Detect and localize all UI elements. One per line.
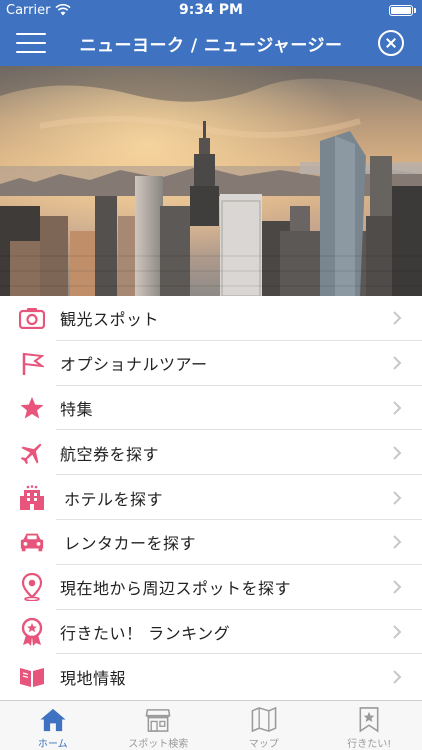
menu-item-feature[interactable]: 特集: [0, 386, 422, 431]
tab-label: マップ: [248, 739, 279, 750]
chevron-right-icon: [393, 625, 402, 639]
location-pin-icon: [19, 573, 45, 602]
page-title: ニューヨーク / ニュージャージー: [79, 35, 343, 56]
menu-item-label: ホテルを探す: [64, 489, 164, 509]
star-icon: [19, 395, 45, 421]
tab-home[interactable]: ホーム: [0, 701, 106, 750]
menu-item-nearby-spots[interactable]: 現在地から周辺スポットを探す: [0, 565, 422, 610]
bookmark-star-icon: [359, 707, 379, 733]
tab-map[interactable]: マップ: [211, 701, 317, 750]
menu-item-label: 観光スポット: [60, 310, 160, 330]
menu-item-label: 現地情報: [60, 668, 127, 688]
book-icon: [19, 664, 45, 690]
wifi-icon: [55, 4, 72, 16]
tab-label: スポット検索: [128, 739, 189, 750]
shop-icon: [145, 709, 171, 732]
menu-item-label: 行きたい！ ランキング: [60, 623, 231, 643]
camera-icon: [19, 305, 45, 331]
city-skyline-photo: [0, 66, 422, 296]
home-icon: [40, 708, 66, 732]
battery-icon: [389, 4, 416, 16]
hotel-icon: [19, 484, 45, 511]
chevron-right-icon: [393, 311, 402, 326]
menu-item-label: 航空券を探す: [60, 444, 160, 464]
car-icon: [19, 529, 45, 555]
tab-bar: ホーム スポット検索 マップ 行きたい!: [0, 700, 422, 750]
ribbon-badge-icon: [19, 617, 45, 646]
menu-item-local-info[interactable]: 現地情報: [0, 654, 422, 699]
navigation-bar: ニューヨーク / ニュージャージー: [0, 20, 422, 66]
chevron-right-icon: [393, 490, 402, 505]
menu-item-flights[interactable]: 航空券を探す: [0, 430, 422, 475]
airplane-icon: [19, 440, 45, 466]
menu-item-ranking[interactable]: 行きたい！ ランキング: [0, 610, 422, 655]
chevron-right-icon: [393, 356, 402, 370]
menu-item-label: 特集: [60, 399, 94, 419]
carrier-label: Carrier: [6, 2, 51, 18]
menu-item-label: オプショナルツアー: [60, 355, 208, 375]
map-icon: [251, 706, 277, 733]
status-bar: Carrier 9:34 PM: [0, 0, 422, 20]
menu-item-hotels[interactable]: ホテルを探す: [0, 475, 422, 520]
main-menu-list: 観光スポット オプショナルツアー 特集 航空券を探す ホテルを探す レンタカーを: [0, 296, 422, 699]
tab-spot-search[interactable]: スポット検索: [106, 701, 212, 750]
chevron-right-icon: [393, 535, 402, 550]
tab-label: ホーム: [37, 739, 68, 750]
chevron-right-icon: [393, 446, 402, 460]
tab-want-to-go[interactable]: 行きたい!: [317, 701, 422, 750]
chevron-right-icon: [393, 670, 402, 684]
flag-icon: [19, 350, 45, 376]
carrier-signal: Carrier: [6, 2, 72, 18]
chevron-right-icon: [393, 401, 402, 415]
tab-label: 行きたい!: [347, 739, 392, 750]
chevron-right-icon: [393, 580, 402, 594]
menu-item-optional-tour[interactable]: オプショナルツアー: [0, 341, 422, 386]
close-circle-icon[interactable]: [378, 30, 404, 56]
menu-item-rental-car[interactable]: レンタカーを探す: [0, 520, 422, 565]
menu-item-label: レンタカーを探す: [64, 534, 197, 554]
hamburger-menu-icon[interactable]: [16, 30, 46, 56]
hero-city-skyline-image: [0, 66, 422, 296]
battery-level: [391, 6, 411, 14]
menu-item-sightseeing[interactable]: 観光スポット: [0, 296, 422, 341]
menu-item-label: 現在地から周辺スポットを探す: [60, 579, 292, 599]
